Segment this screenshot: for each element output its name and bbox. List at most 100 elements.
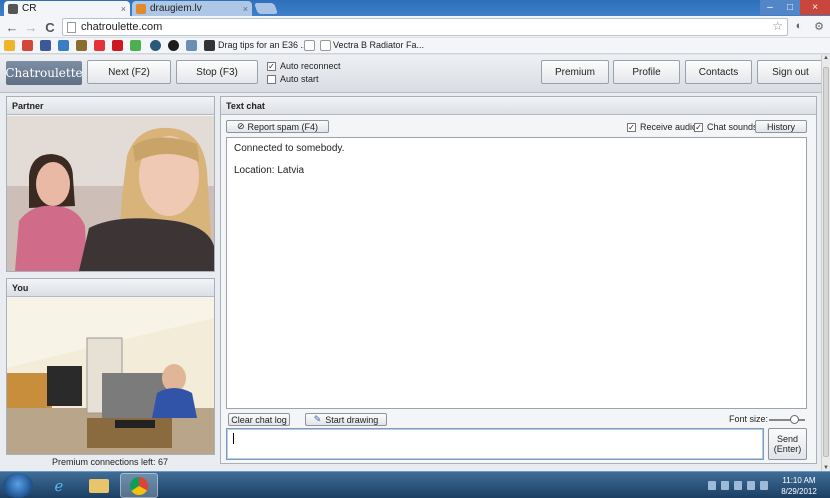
auto-reconnect-checkbox[interactable]: ✓ Auto reconnect [267,61,341,71]
bookmark-favicon-icon[interactable] [168,40,179,51]
tray-arrow-icon[interactable] [708,481,716,490]
report-spam-label: Report spam (F4) [247,121,319,132]
back-arrow-icon[interactable]: ← [4,19,20,35]
bookmark-star-favicon-icon[interactable] [4,40,15,51]
windows-taskbar: ℯ 11:10 AM 8/29/2012 [0,471,830,498]
send-button[interactable]: Send (Enter) [768,428,807,460]
window-minimize-button[interactable]: – [760,0,780,15]
you-panel: You [6,278,215,455]
send-label: Send [776,434,798,444]
address-url: chatroulette.com [81,21,163,33]
chatroulette-page: Chatroulette Next (F2) Stop (F3) ✓ Auto … [0,55,824,471]
bookmark-vectra[interactable]: Vectra B Radiator Fa... [333,40,424,50]
font-size-label: Font size: [729,414,769,424]
profile-button[interactable]: Profile [613,60,680,84]
site-header: Chatroulette Next (F2) Stop (F3) ✓ Auto … [0,55,824,93]
contacts-button[interactable]: Contacts [685,60,752,84]
tray-flag-icon[interactable] [721,481,729,490]
text-caret [233,433,234,444]
bookmark-favicon-icon[interactable] [150,40,161,51]
scroll-up-icon[interactable]: ▲ [822,55,830,61]
premium-button[interactable]: Premium [541,60,609,84]
you-panel-title: You [7,279,214,297]
browser-toolbar: ← → C chatroulette.com ☆ ◐ ⚙ [0,16,830,38]
tab-draugiem[interactable]: draugiem.lv × [132,1,252,16]
bookmark-favicon-icon[interactable] [130,40,141,51]
start-button[interactable] [3,473,33,498]
scrollbar-thumb[interactable] [823,67,829,457]
checkbox-checked-icon: ✓ [627,122,636,132]
send-shortcut-label: (Enter) [773,444,802,454]
tab-close-icon[interactable]: × [243,4,248,14]
auto-reconnect-label: Auto reconnect [280,61,341,71]
text-chat-title: Text chat [221,97,816,115]
no-entry-icon: ⊘ [236,121,245,131]
draugiem-favicon-icon [136,3,146,14]
bookmark-star-icon[interactable]: ☆ [772,19,783,33]
tray-volume-icon[interactable] [760,481,768,490]
text-chat-panel: Text chat ⊘ Report spam (F4) ✓ Receive a… [220,96,817,464]
clear-chat-log-button[interactable]: Clear chat log [228,413,290,426]
auto-start-checkbox[interactable]: Auto start [267,74,319,84]
extension-icon[interactable]: ◐ [792,20,806,34]
ebay-favicon-icon[interactable] [94,40,105,51]
premium-connections-left: Premium connections left: 67 [51,457,169,467]
chatroulette-favicon-icon [8,3,18,14]
chat-sounds-label: Chat sounds [707,122,758,132]
chat-message: Location: Latvia [234,165,305,176]
chat-message-input[interactable] [226,428,764,460]
start-drawing-button[interactable]: ✎ Start drawing [305,413,387,426]
stop-button[interactable]: Stop (F3) [176,60,258,84]
gmail-favicon-icon[interactable] [22,40,33,51]
clock-time: 11:10 AM [782,476,816,485]
facebook-favicon-icon[interactable] [40,40,51,51]
checkbox-checked-icon: ✓ [267,61,276,71]
next-button[interactable]: Next (F2) [87,60,171,84]
bookmark-favicon-icon[interactable] [204,40,215,51]
receive-audio-label: Receive audio [640,122,698,132]
reload-icon[interactable]: C [42,19,58,35]
auto-start-label: Auto start [280,74,319,84]
report-spam-button[interactable]: ⊘ Report spam (F4) [226,120,329,133]
bookmark-favicon-icon[interactable] [58,40,69,51]
partner-video [7,116,214,271]
window-close-button[interactable]: × [800,0,830,15]
font-size-slider-knob[interactable] [790,415,800,424]
internet-explorer-icon[interactable]: ℯ [40,473,78,498]
file-explorer-icon[interactable] [80,473,118,498]
font-size-slider[interactable] [769,415,805,424]
tab-title: draugiem.lv [150,3,202,14]
new-tab-button[interactable] [253,3,279,14]
own-video [7,298,214,454]
partner-panel: Partner [6,96,215,272]
page-scrollbar[interactable]: ▲ ▼ [821,55,830,471]
partner-video-frame [7,116,214,271]
system-tray [708,476,773,495]
address-bar[interactable]: chatroulette.com ☆ [62,18,788,36]
tab-cr[interactable]: CR × [4,1,130,16]
tray-network-icon[interactable] [734,481,742,490]
bookmark-favicon-icon[interactable] [186,40,197,51]
bookmark-drag-tips[interactable]: Drag tips for an E36 ... [218,40,308,50]
chat-sounds-checkbox[interactable]: ✓ Chat sounds [694,122,758,132]
chat-message: Connected to somebody. [234,143,345,154]
tray-battery-icon[interactable] [747,481,755,490]
sign-out-button[interactable]: Sign out [757,60,824,84]
tab-title: CR [22,3,37,14]
partner-panel-title: Partner [7,97,214,115]
youtube-favicon-icon[interactable] [112,40,123,51]
wrench-menu-icon[interactable]: ⚙ [812,20,826,34]
bookmark-favicon-icon[interactable] [76,40,87,51]
forward-arrow-icon[interactable]: → [23,19,39,35]
tab-close-icon[interactable]: × [121,4,126,14]
history-button[interactable]: History [755,120,807,133]
taskbar-clock[interactable]: 11:10 AM 8/29/2012 [772,475,826,497]
pencil-icon: ✎ [313,414,322,424]
window-maximize-button[interactable]: □ [780,0,800,15]
bookmarks-bar: Drag tips for an E36 ... Vectra B Radiat… [0,38,830,54]
browser-tabstrip: CR × draugiem.lv × – □ × [0,0,830,16]
receive-audio-checkbox[interactable]: ✓ Receive audio [627,122,697,132]
chrome-taskbar-icon[interactable] [120,473,158,498]
chatroulette-logo[interactable]: Chatroulette [5,61,83,85]
clock-date: 8/29/2012 [781,487,817,496]
